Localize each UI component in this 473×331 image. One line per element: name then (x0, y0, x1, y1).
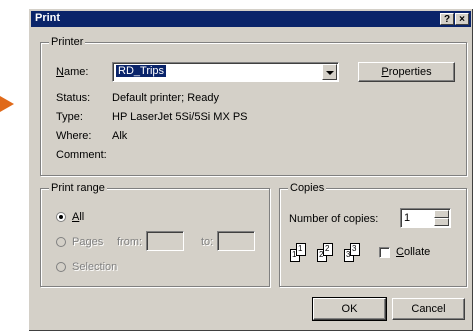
type-value: HP LaserJet 5Si/5Si MX PS (112, 111, 248, 123)
print-range-group: Print range All Pages from: to: Selectio… (40, 182, 270, 287)
collate-label-rest: ollate (403, 246, 431, 258)
dropdown-button[interactable] (322, 64, 337, 80)
radio-dot-icon (59, 215, 63, 219)
to-page-input[interactable] (217, 231, 255, 251)
name-label: Name: (56, 66, 89, 78)
from-label: from: (117, 236, 143, 248)
spin-down-icon[interactable] (434, 218, 449, 226)
print-range-label: Print range (49, 182, 107, 194)
copies-group: Copies Number of copies: 1 1 1 2 2 3 3 C… (279, 182, 467, 287)
status-value: Default printer; Ready (112, 92, 219, 104)
collate-label: Collate (396, 246, 431, 258)
status-label: Status: (56, 92, 91, 104)
help-button[interactable]: ? (440, 13, 454, 25)
from-page-input[interactable] (146, 231, 184, 251)
where-label: Where: (56, 130, 92, 142)
dialog-title: Print (35, 12, 61, 24)
copies-spinner[interactable] (434, 210, 449, 226)
comment-label: Comment: (56, 149, 107, 161)
close-button[interactable]: × (455, 13, 469, 25)
selection-label: Selection (72, 261, 118, 273)
print-dialog: Print ? × Printer Name: RD_Trips Propert… (28, 8, 473, 331)
properties-button[interactable]: Properties (358, 62, 455, 82)
all-label: All (72, 211, 85, 223)
where-value: Alk (112, 130, 128, 142)
printer-name-value: RD_Trips (116, 65, 167, 77)
pointer-arrow-icon (0, 96, 14, 112)
spin-up-icon[interactable] (434, 210, 449, 218)
printer-group: Printer Name: RD_Trips Properties Status… (40, 36, 467, 176)
collate-page-icon: 3 (350, 243, 360, 256)
copies-label: Copies (288, 182, 327, 194)
pages-label: Pages (72, 236, 104, 248)
properties-rest: roperties (388, 66, 432, 78)
collate-page-icon: 1 (296, 243, 306, 256)
to-label: to: (201, 236, 214, 248)
selection-radio[interactable] (56, 262, 66, 272)
copies-value: 1 (404, 212, 411, 224)
all-label-rest: ll (79, 211, 85, 223)
copies-input[interactable]: 1 (400, 208, 451, 228)
collate-page-icon: 2 (323, 243, 333, 256)
pages-radio[interactable] (56, 237, 66, 247)
type-label: Type: (56, 111, 83, 123)
number-of-copies-label: Number of copies: (289, 213, 379, 225)
ok-button[interactable]: OK (312, 297, 387, 321)
chevron-down-icon (326, 71, 334, 75)
printer-name-select[interactable]: RD_Trips (112, 62, 339, 82)
all-radio[interactable] (56, 212, 66, 222)
collate-checkbox[interactable] (379, 247, 390, 258)
cancel-button[interactable]: Cancel (392, 298, 465, 320)
title-bar: Print ? × (31, 11, 471, 27)
name-label-rest: ame: (63, 66, 89, 78)
printer-group-label: Printer (49, 36, 86, 48)
